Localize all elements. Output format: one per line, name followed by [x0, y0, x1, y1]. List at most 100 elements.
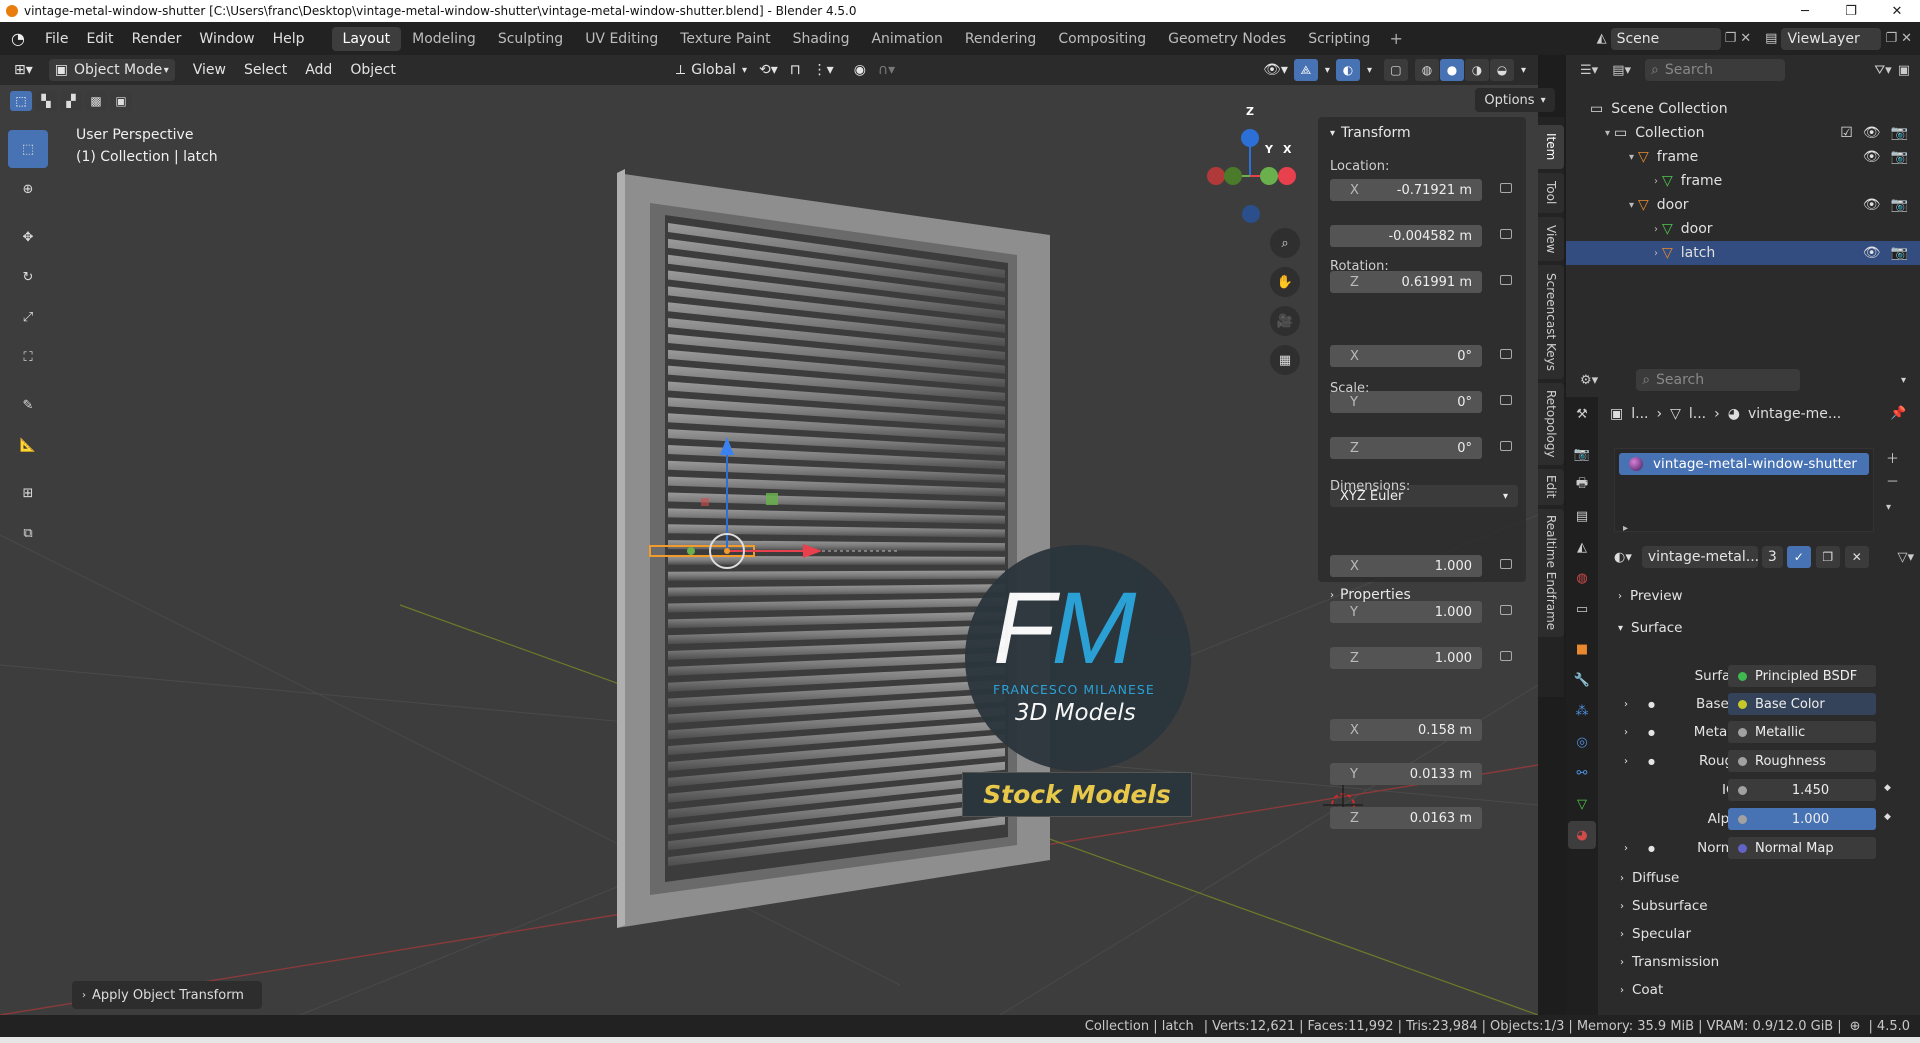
camera-icon[interactable]: 📷	[1891, 245, 1908, 261]
transform-section-header[interactable]: ▾ Transform	[1330, 125, 1411, 141]
outliner-row[interactable]: ▭ Scene Collection	[1566, 97, 1920, 121]
subsection-header[interactable]: › Subsurface	[1620, 893, 1920, 919]
workspace-tab-geometry-nodes[interactable]: Geometry Nodes	[1157, 27, 1297, 51]
surface-input-field[interactable]: Metallic	[1728, 721, 1876, 743]
lock-icon[interactable]	[1500, 651, 1512, 661]
remove-scene-icon[interactable]: ✕	[1740, 31, 1751, 46]
extra-tool-icon[interactable]: ⧉	[8, 514, 48, 552]
exclude-checkbox-icon[interactable]: ☑	[1840, 125, 1853, 141]
tab-tool[interactable]: Tool	[1538, 173, 1564, 213]
pin-icon[interactable]: 📌	[1890, 406, 1906, 421]
chevron-down-icon[interactable]: ▾	[1901, 375, 1906, 386]
workspace-tab-rendering[interactable]: Rendering	[954, 27, 1048, 51]
outliner-row[interactable]: ▾ ▭ Collection ☑ 👁 📷	[1566, 121, 1920, 145]
eye-icon[interactable]: 👁	[1863, 197, 1881, 213]
gizmo-y-dot[interactable]	[687, 547, 695, 555]
lock-icon[interactable]	[1500, 559, 1512, 569]
object-tab-icon[interactable]: ■	[1568, 635, 1596, 663]
new-collection-icon[interactable]: ▣	[1898, 63, 1910, 78]
workspace-tab-scripting[interactable]: Scripting	[1297, 27, 1381, 51]
outliner-search-input[interactable]: ⌕ Search	[1645, 59, 1785, 81]
scene-tab-icon[interactable]: ◭	[1568, 533, 1596, 561]
tab-view[interactable]: View	[1538, 217, 1564, 261]
dim-field[interactable]: Y 0.0133 m	[1330, 763, 1482, 785]
camera-icon[interactable]: 📷	[1891, 149, 1908, 165]
tab-edit[interactable]: Edit	[1538, 469, 1564, 505]
scene-field[interactable]: Scene	[1610, 27, 1721, 50]
dim-field[interactable]: Z 0.0163 m	[1330, 807, 1482, 829]
snap-toggle-icon[interactable]: ⊓	[784, 59, 807, 81]
new-scene-icon[interactable]: ❐	[1725, 31, 1737, 46]
dim-field[interactable]: X 0.158 m	[1330, 719, 1482, 741]
overlays-toggle-icon[interactable]: ◐	[1335, 59, 1360, 81]
camera-view-icon[interactable]: 🎥	[1270, 306, 1300, 336]
surface-input-field[interactable]: Base Color	[1728, 693, 1876, 715]
output-tab-icon[interactable]: 🖶	[1568, 471, 1596, 499]
workspace-tab-texture-paint[interactable]: Texture Paint	[669, 27, 781, 51]
menu-file[interactable]: File	[36, 31, 77, 47]
lock-icon[interactable]	[1500, 229, 1512, 239]
subsection-header[interactable]: › Specular	[1620, 921, 1920, 947]
options-button[interactable]: Options ▾	[1475, 88, 1555, 112]
data-tab-icon[interactable]: ▽	[1568, 790, 1596, 818]
preview-section-header[interactable]: › Preview	[1618, 583, 1920, 609]
material-users-count[interactable]: 3	[1761, 546, 1783, 568]
chevron-down-icon[interactable]: ▾	[1566, 200, 1638, 211]
measure-tool-icon[interactable]: 📐	[8, 426, 48, 464]
eye-icon[interactable]: 👁	[1863, 125, 1881, 141]
menu-render[interactable]: Render	[123, 31, 191, 47]
chevron-right-icon[interactable]: ›	[1566, 176, 1662, 187]
menu-help[interactable]: Help	[264, 31, 314, 47]
3d-viewport[interactable]: Z X Y User Perspective (1) Collection | …	[0, 85, 1538, 1015]
eye-icon[interactable]: 👁	[1863, 245, 1881, 261]
properties-editor-icon[interactable]: ⚙▾	[1580, 373, 1598, 388]
rot-field[interactable]: Z 0°	[1330, 437, 1512, 459]
transform-orientation-dropdown[interactable]: ⟂ Global ▾	[670, 59, 753, 81]
tool-tab-icon[interactable]: ⚒	[1568, 400, 1596, 428]
globe-icon[interactable]: ⊕	[1850, 1019, 1861, 1034]
menu-window[interactable]: Window	[190, 31, 263, 47]
chevron-right-icon[interactable]: ›	[1624, 699, 1628, 710]
loc-field[interactable]: -0.004582 m	[1330, 225, 1512, 247]
select-intersect-icon[interactable]: ▣	[110, 91, 132, 111]
gizmo-plane-yz[interactable]	[766, 493, 778, 505]
scl-field[interactable]: Y 1.000	[1330, 601, 1512, 623]
chevron-down-icon[interactable]: ▾	[1566, 152, 1638, 163]
select-extend-icon[interactable]: ▚	[35, 91, 57, 111]
socket-icon[interactable]	[1738, 843, 1747, 853]
workspace-tab-layout[interactable]: Layout	[331, 26, 402, 51]
view-layer-tab-icon[interactable]: ▤	[1568, 502, 1596, 530]
tab-item[interactable]: Item	[1538, 125, 1564, 169]
material-name-field[interactable]: vintage-metal...	[1641, 546, 1759, 568]
socket-icon[interactable]	[1738, 671, 1747, 681]
surface-section-header[interactable]: ▾ Surface	[1618, 615, 1920, 641]
add-workspace-icon[interactable]: +	[1381, 29, 1410, 48]
surface-input-field[interactable]: 1.000	[1728, 808, 1876, 830]
workspace-tab-modeling[interactable]: Modeling	[401, 27, 487, 51]
outliner-row[interactable]: › ▽ frame	[1566, 169, 1920, 193]
workspace-tab-animation[interactable]: Animation	[860, 27, 953, 51]
editor-type-icon[interactable]: ⊞▾	[8, 59, 39, 81]
chevron-right-icon[interactable]: ›	[1566, 224, 1662, 235]
fake-user-icon[interactable]: ✓	[1786, 546, 1811, 568]
select-new-icon[interactable]: ⬚	[10, 91, 32, 111]
blender-menu-icon[interactable]: ◔	[0, 29, 36, 48]
menu-edit[interactable]: Edit	[77, 31, 122, 47]
perspective-toggle-icon[interactable]: ▦	[1270, 345, 1300, 375]
pan-hand-icon[interactable]: ✋	[1270, 267, 1300, 297]
surface-input-field[interactable]: Roughness	[1728, 750, 1876, 772]
physics-tab-icon[interactable]: ◎	[1568, 728, 1596, 756]
view-layer-icon[interactable]: ▤	[1765, 31, 1777, 46]
surface-input-field[interactable]: Normal Map	[1728, 837, 1876, 859]
visibility-icon[interactable]: 👁▾	[1257, 59, 1294, 81]
remove-view-layer-icon[interactable]: ✕	[1901, 31, 1912, 46]
chevron-right-icon[interactable]: ›	[1624, 727, 1628, 738]
scale-tool-icon[interactable]: ⤢	[8, 298, 48, 336]
menu-object[interactable]: Object	[344, 59, 402, 81]
material-browse-icon[interactable]: ◐▾	[1614, 550, 1632, 565]
chevron-right-icon[interactable]: ▸	[1623, 523, 1628, 534]
camera-icon[interactable]: 📷	[1891, 125, 1908, 141]
gizmo-plane-xz[interactable]	[701, 498, 709, 506]
material-tab-icon[interactable]: ◕	[1568, 821, 1596, 849]
select-subtract-icon[interactable]: ▞	[60, 91, 82, 111]
